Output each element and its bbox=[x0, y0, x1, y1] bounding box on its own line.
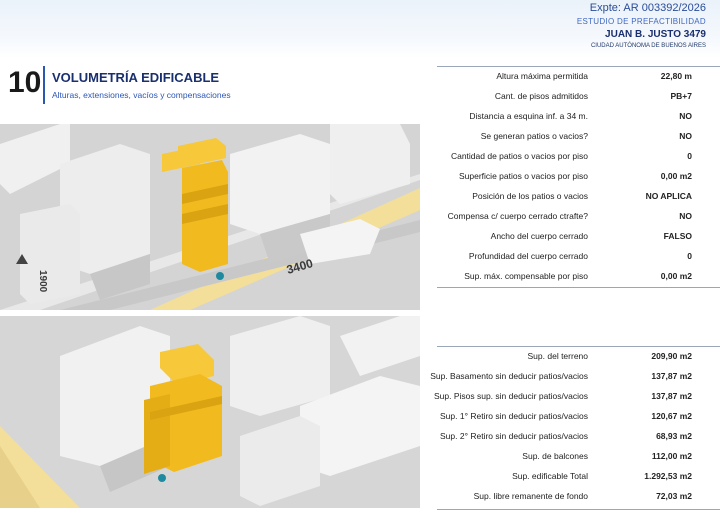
volumetric-parameters-table: Altura máxima permitida 22,80 m Cant. de … bbox=[437, 66, 720, 288]
table-row: Compensa c/ cuerpo cerrado ctrafte? NO bbox=[447, 211, 692, 221]
table-row: Distancia a esquina inf. a 34 m. NO bbox=[469, 111, 692, 121]
table-row: Superficie patios o vacios por piso 0,00 … bbox=[459, 171, 692, 181]
map-render-1: 3400 1900 bbox=[0, 124, 420, 310]
map-render-2 bbox=[0, 316, 420, 508]
section-title: VOLUMETRÍA EDIFICABLE bbox=[52, 70, 220, 85]
study-label: ESTUDIO DE PREFACTIBILIDAD bbox=[576, 17, 706, 26]
table-row: Sup. Basamento sin deducir patios/vacios… bbox=[430, 371, 692, 381]
section-number: 10 bbox=[8, 66, 42, 99]
table-row: Se generan patios o vacios? NO bbox=[480, 131, 692, 141]
surface-areas-table: Sup. del terreno 209,90 m2 Sup. Basamento… bbox=[430, 346, 720, 510]
table-row: Sup. edificable Total 1.292,53 m2 bbox=[512, 471, 692, 481]
table-row: Sup. libre remanente de fondo 72,03 m2 bbox=[473, 491, 692, 501]
expte-number: Expte: AR 003392/2026 bbox=[589, 2, 706, 14]
street-number-1900: 1900 bbox=[37, 270, 48, 293]
section-subtitle: Alturas, extensiones, vacíos y compensac… bbox=[52, 90, 231, 100]
volumetric-map-view-2[interactable] bbox=[0, 316, 420, 508]
city: CIUDAD AUTÓNOMA DE BUENOS AIRES bbox=[590, 43, 706, 49]
table-row: Ancho del cuerpo cerrado FALSO bbox=[490, 231, 692, 241]
table-row: Cant. de pisos admitidos PB+7 bbox=[494, 91, 692, 101]
table-row: Sup. 1° Retiro sin deducir patios/vacios… bbox=[440, 411, 692, 421]
address: JUAN B. JUSTO 3479 bbox=[605, 29, 706, 40]
location-pin-icon bbox=[216, 272, 224, 280]
table-row: Posición de los patios o vacios NO APLICA bbox=[472, 191, 692, 201]
table-row: Sup. del terreno 209,90 m2 bbox=[527, 351, 692, 361]
location-pin-icon-2 bbox=[158, 474, 166, 482]
table-row: Cantidad de patios o vacios por piso 0 bbox=[450, 151, 692, 161]
table-row: Sup. 2° Retiro sin deducir patios/vacios… bbox=[440, 431, 692, 441]
section-divider bbox=[43, 66, 45, 104]
table-row: Profundidad del cuerpo cerrado 0 bbox=[468, 251, 692, 261]
table-row: Sup. máx. compensable por piso 0,00 m2 bbox=[464, 271, 692, 281]
volumetric-map-view-1[interactable]: 3400 1900 bbox=[0, 124, 420, 310]
table-row: Altura máxima permitida 22,80 m bbox=[496, 71, 692, 81]
table-row: Sup. de balcones 112,00 m2 bbox=[522, 451, 692, 461]
table-row: Sup. Pisos sup. sin deducir patios/vacio… bbox=[433, 391, 692, 401]
